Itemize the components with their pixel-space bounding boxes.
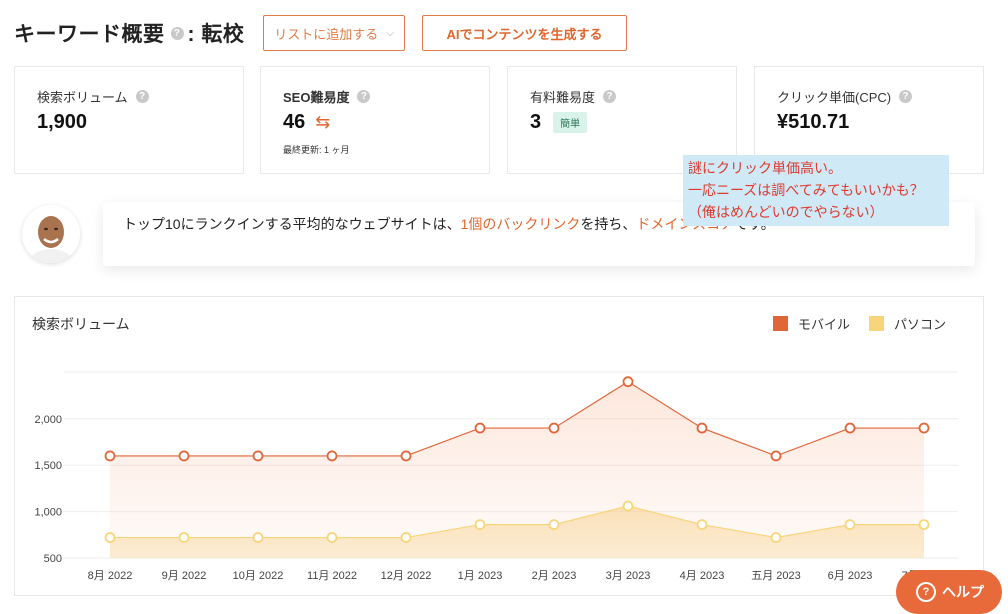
data-point — [104, 532, 116, 543]
x-tick-label: 10月 2022 — [233, 570, 284, 582]
data-point — [770, 450, 782, 462]
y-tick-label: 1,000 — [34, 507, 62, 519]
help-label: ヘルプ — [942, 584, 984, 600]
data-point — [178, 450, 190, 462]
data-point — [696, 519, 708, 530]
data-point — [400, 450, 412, 462]
y-tick-label: 1,500 — [34, 460, 62, 472]
x-tick-label: 五月 2023 — [751, 570, 801, 582]
data-point — [770, 532, 782, 543]
y-tick-label: 2,000 — [34, 414, 62, 426]
data-point — [178, 532, 190, 543]
data-point — [104, 450, 116, 462]
search-volume-chart: 500 1,000 1,500 2,000 8月 2022 9月 2022 10月 2022… — [34, 371, 958, 582]
data-point — [918, 422, 930, 434]
data-point — [844, 519, 856, 530]
x-tick-label: 3月 2023 — [606, 570, 651, 582]
y-tick-label: 500 — [44, 553, 62, 565]
data-point — [548, 519, 560, 530]
x-tick-label: 9月 2022 — [162, 570, 207, 582]
x-tick-label: 1月 2023 — [458, 570, 503, 582]
data-point — [622, 500, 634, 512]
data-point — [252, 532, 264, 543]
data-point — [252, 450, 264, 462]
x-tick-label: 11月 2022 — [307, 570, 357, 582]
data-point — [918, 519, 930, 530]
data-point — [326, 532, 338, 543]
data-point — [622, 376, 634, 388]
x-tick-label: 2月 2023 — [532, 570, 577, 582]
question-icon: ? — [916, 582, 936, 602]
data-point — [474, 519, 486, 530]
x-tick-label: 4月 2023 — [680, 570, 725, 582]
data-point — [326, 450, 338, 462]
x-tick-label: 12月 2022 — [381, 570, 432, 582]
x-tick-label: 6月 2023 — [828, 570, 873, 582]
data-point — [400, 532, 412, 543]
data-point — [474, 422, 486, 434]
help-button[interactable]: ? ヘルプ — [896, 570, 1002, 614]
data-point — [844, 422, 856, 434]
data-point — [696, 422, 708, 434]
data-point — [548, 422, 560, 434]
x-tick-label: 8月 2022 — [88, 570, 133, 582]
